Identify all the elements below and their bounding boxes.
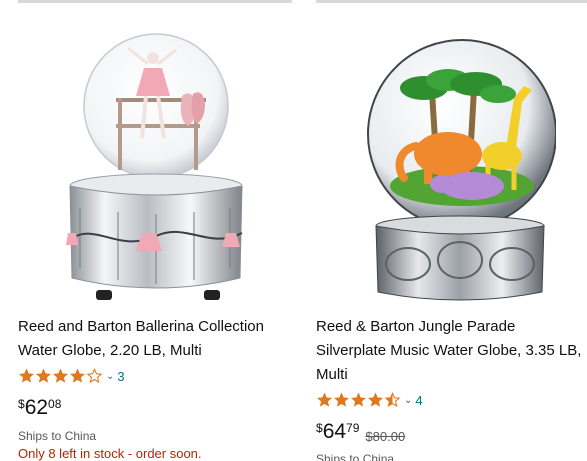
rating-count-link[interactable]: 4 [415,393,422,408]
rating-row[interactable]: ⌄ 3 [18,367,125,385]
star-empty-icon [86,368,103,384]
price-symbol: $ [18,397,25,411]
rating-row[interactable]: ⌄ 4 [316,391,423,409]
price-whole: 64 [322,420,347,443]
shipping-info: Ships to China [18,429,97,443]
product-image-jungle-globe[interactable] [356,28,557,308]
star-rating[interactable] [316,392,401,408]
rating-count-link[interactable]: 3 [117,369,124,384]
star-full-icon [36,368,51,383]
star-half-icon [384,392,401,408]
top-divider-left [18,0,292,3]
star-full-icon [53,368,68,383]
price-fraction: 08 [48,397,62,411]
star-full-icon [19,368,34,383]
star-full-icon [351,392,366,407]
price[interactable]: $ 62 08 [18,396,61,420]
star-rating[interactable] [18,368,103,384]
star-full-icon [317,392,332,407]
star-full-icon [368,392,383,407]
star-full-icon [334,392,349,407]
top-divider-right [316,0,587,3]
price-symbol: $ [316,421,323,435]
price-whole: 62 [24,396,49,419]
star-full-icon [70,368,85,383]
product-image-ballerina-globe[interactable] [58,28,258,308]
shipping-info: Ships to China [316,452,395,461]
product-title-link[interactable]: Reed & Barton Jungle Parade Silverplate … [316,315,587,387]
price-fraction: 79 [346,421,360,435]
price[interactable]: $ 64 79 $80.00 [316,420,405,444]
stock-warning: Only 8 left in stock - order soon. [18,446,202,461]
chevron-down-icon[interactable]: ⌄ [404,395,412,406]
product-title-link[interactable]: Reed and Barton Ballerina Collection Wat… [18,315,298,363]
chevron-down-icon[interactable]: ⌄ [106,371,114,382]
list-price: $80.00 [365,429,406,444]
